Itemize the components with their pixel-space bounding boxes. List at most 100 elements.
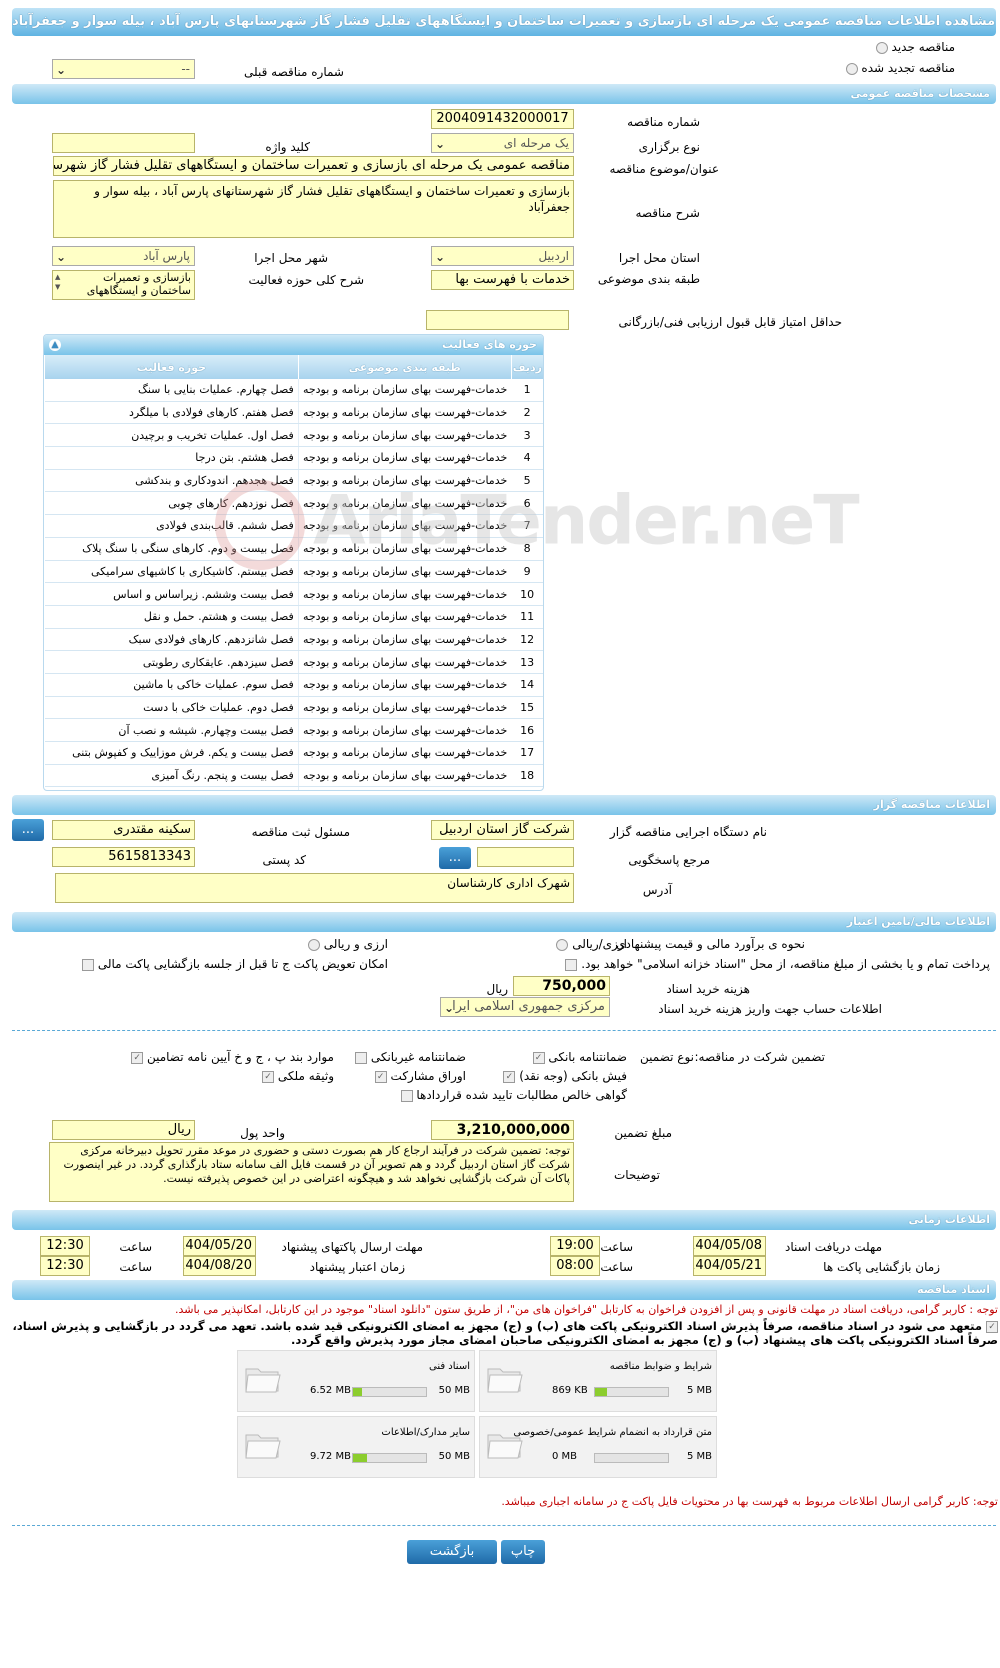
back-button[interactable]: بازگشت: [407, 1540, 497, 1564]
check-icon[interactable]: ✓: [374, 1070, 387, 1083]
table-row: 4 خدمات-فهرست بهای سازمان برنامه و بودجه ف…: [44, 446, 543, 470]
opening-time[interactable]: 08:00: [550, 1256, 600, 1276]
check-icon[interactable]: [354, 1051, 367, 1064]
receive-deadline-time[interactable]: 19:00: [550, 1236, 600, 1256]
row-activity: فصل دوم. عملیات خاکی با دست: [44, 696, 299, 720]
folder-icon[interactable]: [244, 1363, 282, 1395]
treasury-checkbox[interactable]: پرداخت تمام و یا بخشی از مبلغ مناقصه، از…: [565, 957, 990, 971]
collapse-icon[interactable]: ▲: [49, 339, 61, 351]
radio-new-tender[interactable]: مناقصه جدید: [875, 40, 955, 54]
section-header-financial: اطلاعات مالی/تامین اعتبار: [12, 912, 996, 932]
radio-new-icon[interactable]: [875, 41, 888, 54]
folder-icon[interactable]: [244, 1429, 282, 1461]
province-select[interactable]: اردبیل ⌄: [431, 246, 574, 266]
postal-field[interactable]: 5615813343: [52, 847, 195, 867]
document-item[interactable]: شرایط و ضوابط مناقصه 5 MB 869 KB: [479, 1350, 717, 1412]
address-field[interactable]: شهرک اداری کارشناسان: [55, 873, 574, 903]
table-row: 13 خدمات-فهرست بهای سازمان برنامه و بودجه…: [44, 650, 543, 674]
chk-regulation[interactable]: موارد بند پ ، ج و خ آیین نامه تضامین ✓: [131, 1050, 334, 1064]
radio-rial-fx[interactable]: ارزی/ریالی: [556, 937, 627, 951]
min-score-field[interactable]: [426, 310, 569, 330]
doc-price-field[interactable]: 750,000: [513, 976, 610, 996]
row-category: خدمات-فهرست بهای سازمان برنامه و بودجه: [297, 741, 512, 765]
radio-rial-fx-icon[interactable]: [556, 938, 569, 951]
desc-field[interactable]: بازسازی و تعمیرات ساختمان و ایستگاههای ت…: [53, 180, 574, 238]
document-item[interactable]: اسناد فنی 50 MB 6.52 MB: [237, 1350, 475, 1412]
chk-nonbank-guarantee[interactable]: ضمانتنامه غیربانکی: [354, 1050, 466, 1064]
currency-field[interactable]: ریال: [52, 1120, 195, 1140]
row-number: 13: [511, 650, 543, 674]
chk-bank-guarantee[interactable]: ضمانتنامه بانکی ✓: [532, 1050, 627, 1064]
radio-renewed-tender[interactable]: مناقصه تجدید شده: [845, 61, 955, 75]
official-field[interactable]: سکینه مقتدری: [52, 820, 195, 840]
opening-date[interactable]: 1404/05/21: [693, 1256, 766, 1276]
row-activity: فصل سیزدهم. عایقکاری رطوبتی: [44, 650, 299, 674]
chk-bonds[interactable]: اوراق مشارکت ✓: [374, 1069, 466, 1083]
validity-date[interactable]: 1404/08/20: [183, 1256, 256, 1276]
document-max-size: 5 MB: [686, 1451, 712, 1462]
chk-bank-receipt[interactable]: فیش بانکی (وجه نقد) ✓: [503, 1069, 627, 1083]
keyword-field[interactable]: [52, 133, 195, 153]
scope-label: شرح کلی حوزه فعالیت: [248, 273, 365, 287]
title-field[interactable]: مناقصه عمومی یک مرحله ای بازسازی و تعمیر…: [53, 156, 574, 176]
row-activity: فصل شانزدهم. کارهای فولادی سبک: [44, 628, 299, 652]
document-progress: [594, 1387, 669, 1397]
section-header-timing: اطلاعات زمانی: [12, 1210, 996, 1230]
province-label: استان محل اجرا: [618, 251, 700, 265]
check-icon[interactable]: ✓: [503, 1070, 516, 1083]
table-row: 18 خدمات-فهرست بهای سازمان برنامه و بودجه…: [44, 764, 543, 788]
account-select[interactable]: مرکزی جمهوری اسلامی ایرا ⌄: [440, 997, 610, 1017]
document-item[interactable]: سایر مدارک/اطلاعات 50 MB 9.72 MB: [237, 1416, 475, 1478]
notes-field[interactable]: توجه: تضمین شرکت در فرآیند ارجاع کار هم …: [49, 1142, 574, 1202]
print-button[interactable]: چاپ: [501, 1540, 545, 1564]
validity-time[interactable]: 12:30: [40, 1256, 90, 1276]
official-more-button[interactable]: ...: [12, 819, 44, 841]
table-row: 10 خدمات-فهرست بهای سازمان برنامه و بودجه…: [44, 582, 543, 606]
radio-renewed-icon[interactable]: [845, 62, 858, 75]
check-icon[interactable]: ✓: [532, 1051, 545, 1064]
section-header-organizer: اطلاعات مناقصه گزار: [12, 795, 996, 815]
check-icon[interactable]: [400, 1089, 413, 1102]
folder-icon[interactable]: [486, 1363, 524, 1395]
swap-check-icon[interactable]: [82, 958, 95, 971]
ref-more-button[interactable]: ...: [439, 847, 471, 869]
section-header-documents: اسناد مناقصه: [12, 1280, 996, 1300]
check-icon[interactable]: ✓: [131, 1051, 144, 1064]
org-field[interactable]: شرکت گاز استان اردبیل: [431, 820, 574, 840]
document-progress-fill: [595, 1388, 608, 1396]
amount-field[interactable]: 3,210,000,000: [431, 1120, 574, 1140]
submit-deadline-date[interactable]: 1404/05/20: [183, 1236, 256, 1256]
account-value: مرکزی جمهوری اسلامی ایرا: [452, 999, 605, 1014]
scroll-arrows-icon[interactable]: ▲ ▼: [55, 272, 60, 292]
prev-number-label: شماره مناقصه قبلی: [244, 65, 344, 79]
province-value: اردبیل: [538, 249, 569, 263]
treasury-check-icon[interactable]: [565, 958, 578, 971]
city-select[interactable]: پارس آباد ⌄: [52, 246, 195, 266]
document-item[interactable]: متن قرارداد به انضمام شرایط عمومی/خصوصی 5…: [479, 1416, 717, 1478]
row-number: 11: [511, 605, 543, 629]
row-category: خدمات-فهرست بهای سازمان برنامه و بودجه: [297, 786, 512, 790]
row-number: 4: [511, 446, 543, 470]
commit-line-1: ✓ متعهد می شود در اسناد مناقصه، صرفاً پذ…: [13, 1319, 998, 1333]
watermark-icon: [215, 480, 305, 570]
chk-property[interactable]: وثیقه ملکی ✓: [262, 1069, 334, 1083]
radio-fx-and-rial-icon[interactable]: [307, 938, 320, 951]
check-icon[interactable]: ✓: [262, 1070, 275, 1083]
row-activity: فصل بیست وچهارم. شیشه و نصب آن: [44, 718, 299, 742]
swap-text: امکان تعویض پاکت ج تا قبل از جلسه بازگشا…: [97, 957, 388, 971]
tender-number-field[interactable]: 2004091432000017: [431, 109, 574, 129]
ref-field[interactable]: [477, 847, 574, 867]
type-select[interactable]: یک مرحله ای ⌄: [431, 133, 574, 153]
chk-claims[interactable]: گواهی خالص مطالبات تایید شده قراردادها: [400, 1088, 627, 1102]
submit-deadline-time[interactable]: 12:30: [40, 1236, 90, 1256]
category-field[interactable]: خدمات با فهرست بها: [431, 270, 574, 290]
scope-field[interactable]: بازسازی و تعمیرات ساختمان و ایستگاههای ▲ ▼: [52, 270, 195, 300]
swap-checkbox[interactable]: امکان تعویض پاکت ج تا قبل از جلسه بازگشا…: [82, 957, 388, 971]
row-number: 16: [511, 718, 543, 742]
prev-number-select[interactable]: -- ⌄: [52, 59, 195, 79]
check-icon[interactable]: ✓: [986, 1320, 998, 1333]
receive-deadline-date[interactable]: 1404/05/08: [693, 1236, 766, 1256]
row-category: خدمات-فهرست بهای سازمان برنامه و بودجه: [297, 718, 512, 742]
radio-fx-and-rial[interactable]: ارزی و ریالی: [307, 937, 388, 951]
row-number: 2: [511, 401, 543, 425]
